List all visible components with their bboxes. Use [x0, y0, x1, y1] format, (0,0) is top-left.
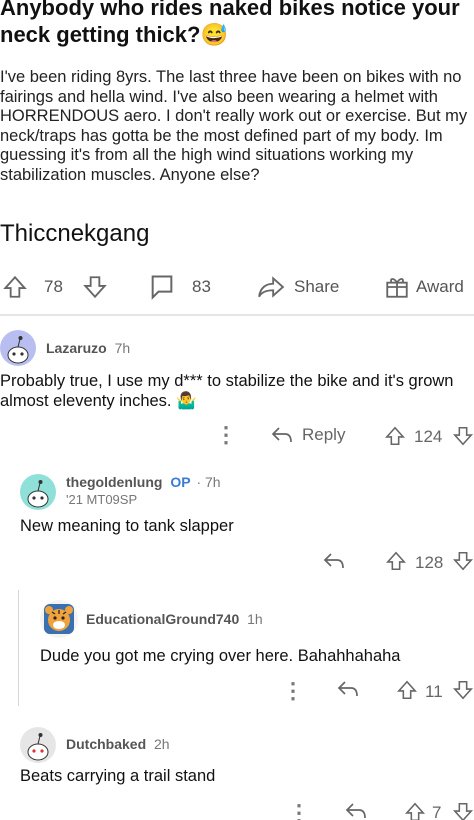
post-title: Anybody who rides naked bikes notice you…	[0, 0, 460, 47]
comment-meta: thegoldenlung OP · 7h	[66, 474, 221, 490]
upvote-icon	[405, 802, 425, 820]
more-icon[interactable]: ⋮	[282, 680, 304, 702]
upvote-button[interactable]	[385, 550, 407, 572]
avatar[interactable]	[20, 727, 56, 763]
downvote-button[interactable]	[452, 550, 474, 572]
comments-button[interactable]: 83	[148, 267, 211, 307]
snoo-avatar-icon	[7, 336, 29, 364]
more-icon[interactable]: ⋮	[215, 424, 237, 446]
reply-icon	[345, 803, 366, 819]
upvote-icon	[397, 680, 417, 700]
comment-text: New meaning to tank slapper	[20, 517, 234, 535]
comment-time: 1h	[247, 611, 263, 627]
downvote-icon	[453, 426, 473, 446]
avatar[interactable]	[40, 600, 78, 638]
comment-meta: Lazaruzo 7h	[46, 340, 130, 356]
comment-text: Dude you got me crying over here. Bahahh…	[40, 647, 401, 665]
downvote-button[interactable]	[452, 801, 474, 820]
comment-icon	[151, 275, 173, 300]
vote-count: 7	[432, 803, 442, 820]
upvote-icon	[386, 551, 406, 571]
downvote-icon	[453, 680, 473, 700]
award-icon	[386, 278, 408, 298]
username[interactable]: Dutchbaked	[66, 736, 146, 752]
comment-count: 83	[192, 277, 211, 296]
reply-button[interactable]	[344, 801, 368, 820]
vote-count: 128	[415, 553, 444, 572]
post-flair: Thiccnekgang	[0, 220, 150, 247]
downvote-icon	[453, 551, 473, 571]
comment-text: Probably true, I use my d*** to stabiliz…	[0, 372, 454, 410]
downvote-icon	[83, 276, 107, 299]
reply-icon	[271, 427, 292, 443]
comment-time: 7h	[205, 474, 221, 490]
reply-button[interactable]: Reply	[270, 425, 345, 445]
divider	[0, 314, 474, 316]
snoo-avatar-icon	[27, 733, 49, 761]
reply-icon	[337, 681, 358, 697]
more-icon[interactable]: ⋮	[288, 802, 310, 820]
upvote-button[interactable]	[404, 801, 426, 820]
vote-count: 124	[414, 427, 443, 446]
upvote-button[interactable]	[2, 267, 28, 307]
share-icon	[258, 276, 285, 298]
avatar[interactable]	[20, 474, 56, 510]
downvote-button[interactable]	[452, 425, 474, 447]
post-action-bar: 78 83 Share Award	[0, 267, 474, 307]
upvote-button[interactable]	[396, 679, 418, 701]
post-body: I've been riding 8yrs. The last three ha…	[0, 68, 468, 184]
comment-text: Beats carrying a trail stand	[20, 767, 216, 785]
comment-meta: Dutchbaked 2h	[66, 736, 170, 752]
tiger-avatar-icon	[44, 604, 74, 634]
share-button[interactable]: Share	[256, 267, 339, 307]
reply-button[interactable]	[322, 551, 346, 571]
share-label: Share	[294, 277, 340, 296]
snoo-avatar-icon	[27, 480, 49, 508]
reply-icon	[323, 553, 344, 569]
comment-meta: EducationalGround740 1h	[86, 611, 263, 627]
op-badge: OP	[170, 474, 191, 490]
downvote-icon	[453, 802, 473, 820]
comment-time: 7h	[114, 340, 131, 356]
reply-label: Reply	[302, 425, 346, 444]
upvote-icon	[385, 426, 405, 446]
avatar[interactable]	[0, 330, 36, 366]
award-label: Award	[416, 277, 464, 296]
post-vote-count: 78	[44, 277, 63, 296]
award-button[interactable]: Award	[384, 267, 464, 307]
username[interactable]: EducationalGround740	[86, 611, 239, 627]
downvote-button[interactable]	[82, 267, 108, 307]
username[interactable]: Lazaruzo	[46, 340, 107, 356]
downvote-button[interactable]	[452, 679, 474, 701]
thread-line	[18, 598, 19, 706]
vote-count: 11	[425, 682, 443, 701]
upvote-button[interactable]	[384, 425, 406, 447]
reply-button[interactable]	[336, 679, 360, 699]
comment-time: 2h	[154, 736, 170, 752]
username[interactable]: thegoldenlung	[66, 474, 162, 490]
upvote-icon	[3, 275, 27, 298]
user-flair: '21 MT09SP	[66, 492, 138, 507]
